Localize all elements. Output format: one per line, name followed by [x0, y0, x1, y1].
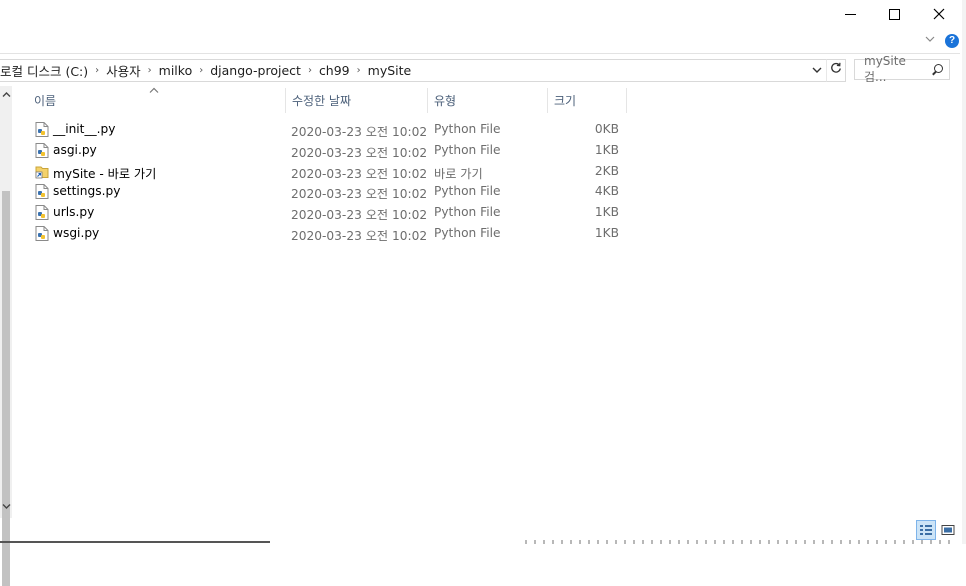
details-view-icon	[920, 525, 932, 535]
python-file-icon	[35, 142, 49, 158]
breadcrumb-chevron-icon[interactable]: ›	[303, 65, 317, 76]
chevron-down-icon	[812, 67, 822, 73]
details-view-button[interactable]	[916, 520, 936, 540]
file-name: __init__.py	[53, 122, 116, 136]
column-header-type-label: 유형	[434, 94, 457, 108]
breadcrumb-item[interactable]: mySite	[366, 63, 414, 78]
ribbon-expand-button[interactable]	[922, 33, 938, 49]
file-name: wsgi.py	[53, 225, 100, 240]
file-row[interactable]: mySite - 바로 가기 2020-03-23 오전 10:02 바로 가기 2K…	[32, 162, 632, 183]
file-name: urls.py	[53, 205, 95, 220]
file-date: 2020-03-23 오전 10:02	[291, 187, 428, 202]
refresh-icon	[831, 62, 841, 73]
file-date: 2020-03-23 오전 10:02	[291, 125, 428, 139]
file-name: asgi.py	[53, 142, 97, 157]
file-size: 2KB	[594, 163, 619, 178]
file-date: 2020-03-23 오전 10:02	[291, 228, 428, 243]
breadcrumb-item[interactable]: ch99	[317, 63, 352, 78]
file-row[interactable]: wsgi.py 2020-03-23 오전 10:02 Python File 1KB	[32, 224, 632, 245]
column-header-date[interactable]: 수정한 날짜	[286, 88, 428, 113]
breadcrumb-chevron-icon[interactable]: ›	[194, 65, 208, 76]
file-type: Python File	[434, 122, 501, 136]
file-type: Python File	[434, 205, 501, 220]
window-right-edge	[962, 0, 966, 544]
search-input[interactable]: mySite 검...	[854, 54, 950, 84]
column-header-date-label: 수정한 날짜	[292, 94, 352, 108]
column-header-name-label: 이름	[34, 94, 57, 108]
chevron-down-icon	[925, 36, 935, 42]
python-file-icon	[35, 122, 49, 137]
scroll-up-arrow-icon[interactable]	[0, 88, 12, 104]
search-placeholder: mySite 검...	[864, 54, 906, 84]
sort-ascending-icon	[149, 86, 159, 97]
close-icon	[933, 8, 945, 20]
breadcrumb-item[interactable]: 로컬 디스크 (C:)	[0, 61, 90, 80]
file-type: 바로 가기	[434, 166, 483, 181]
file-size: 1KB	[594, 205, 619, 220]
background-edge	[525, 540, 955, 544]
large-icons-view-button[interactable]	[938, 520, 958, 540]
file-explorer-window: ? 로컬 디스크 (C:) › 사용자 › milko › django-project › c…	[0, 0, 966, 586]
nav-pane-scrollbar[interactable]	[0, 86, 12, 586]
breadcrumb-item[interactable]: 사용자	[104, 61, 143, 80]
column-header-type[interactable]: 유형	[428, 88, 548, 113]
column-header-size[interactable]: 크기	[548, 88, 627, 113]
shortcut-folder-icon	[35, 164, 49, 179]
file-size: 0KB	[594, 122, 619, 136]
maximize-icon	[888, 8, 900, 20]
large-icons-view-icon	[941, 525, 955, 535]
file-row[interactable]: urls.py 2020-03-23 오전 10:02 Python File 1KB	[32, 203, 632, 224]
taskbar-edge	[0, 541, 270, 543]
breadcrumb-item[interactable]: milko	[157, 63, 195, 78]
help-button[interactable]: ?	[945, 34, 959, 48]
file-size: 1KB	[594, 142, 619, 157]
minimize-icon	[844, 13, 856, 15]
python-file-icon	[35, 225, 49, 241]
file-size: 4KB	[594, 184, 619, 199]
address-history-button[interactable]	[808, 60, 826, 81]
refresh-button[interactable]	[826, 59, 846, 82]
file-date: 2020-03-23 오전 10:02	[291, 145, 428, 160]
scrollbar-thumb[interactable]	[2, 191, 10, 586]
maximize-button[interactable]	[872, 0, 916, 28]
file-name: settings.py	[53, 184, 121, 199]
address-bar[interactable]: 로컬 디스크 (C:) › 사용자 › milko › django-project › ch9…	[0, 59, 827, 82]
breadcrumb-chevron-icon[interactable]: ›	[352, 65, 366, 76]
python-file-icon	[35, 205, 49, 221]
breadcrumb-chevron-icon[interactable]: ›	[143, 65, 157, 76]
file-row[interactable]: asgi.py 2020-03-23 오전 10:02 Python File 1KB	[32, 141, 632, 162]
scroll-down-arrow-icon[interactable]	[0, 500, 12, 516]
close-button[interactable]	[917, 0, 961, 28]
file-date: 2020-03-23 오전 10:02	[291, 166, 428, 181]
file-row[interactable]: __init__.py 2020-03-23 오전 10:02 Python Fil…	[32, 120, 632, 141]
file-row[interactable]: settings.py 2020-03-23 오전 10:02 Python Fil…	[32, 182, 632, 203]
search-icon	[931, 63, 945, 77]
column-header-size-label: 크기	[554, 94, 577, 108]
file-type: Python File	[434, 142, 501, 157]
file-type: Python File	[434, 225, 501, 240]
file-size: 1KB	[594, 225, 619, 240]
ribbon-divider	[0, 53, 960, 54]
breadcrumb-chevron-icon[interactable]: ›	[90, 65, 104, 76]
file-list: __init__.py 2020-03-23 오전 10:02 Python Fil…	[32, 120, 632, 245]
file-name: mySite - 바로 가기	[53, 166, 157, 181]
breadcrumb-item[interactable]: django-project	[208, 63, 303, 78]
file-type: Python File	[434, 184, 501, 199]
file-date: 2020-03-23 오전 10:02	[291, 208, 428, 223]
minimize-button[interactable]	[828, 0, 872, 28]
python-file-icon	[35, 184, 49, 200]
